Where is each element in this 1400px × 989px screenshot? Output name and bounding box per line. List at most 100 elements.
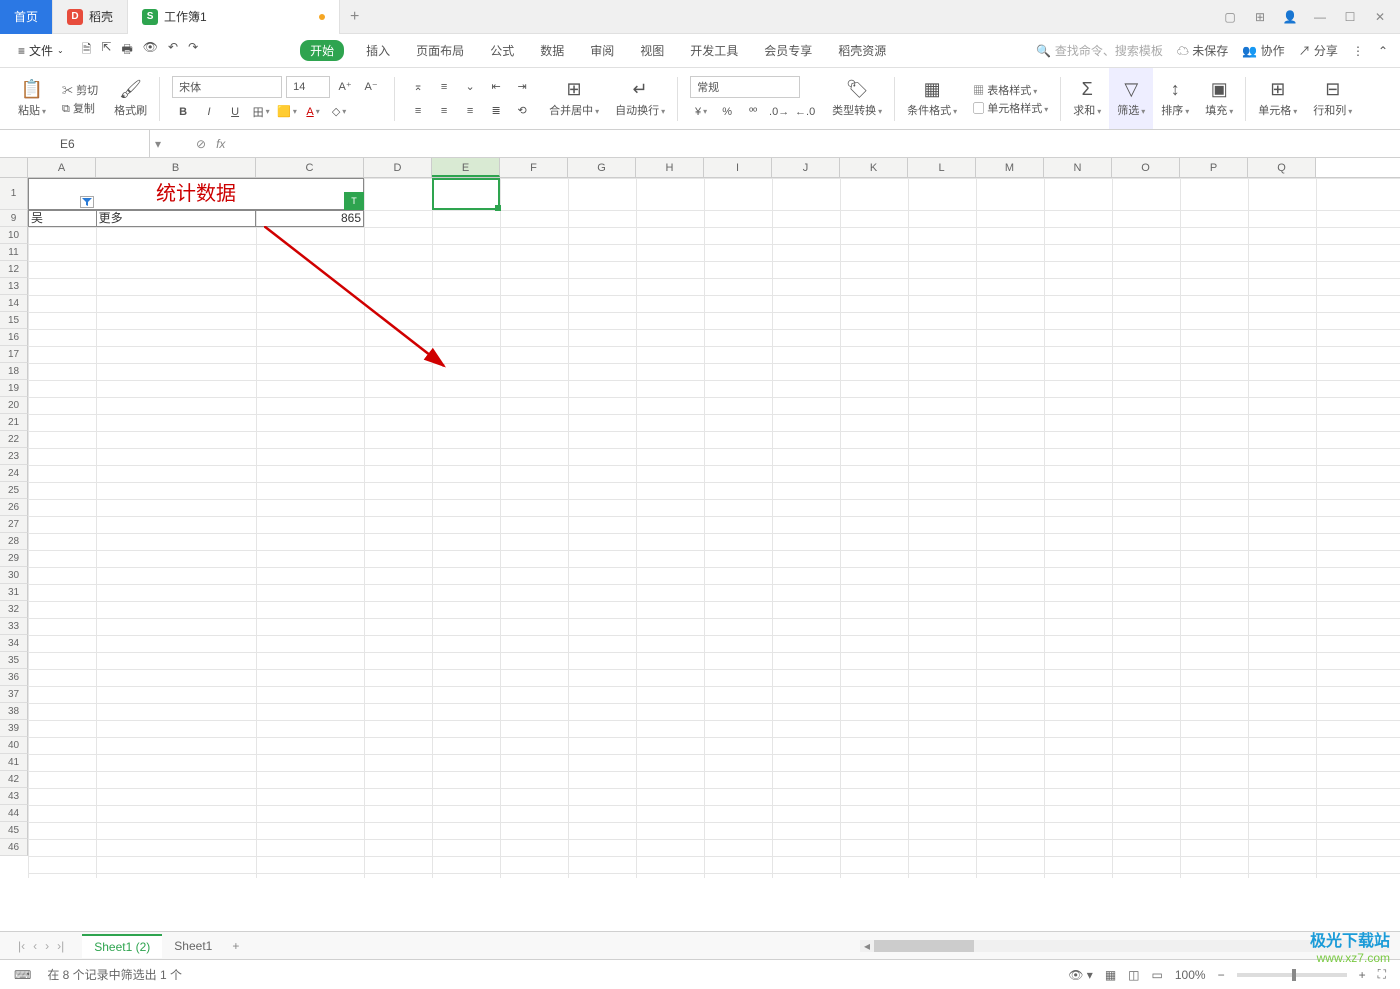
font-name-select[interactable]: 宋体 <box>172 76 282 98</box>
decrease-font-icon[interactable]: A⁻ <box>360 77 382 97</box>
increase-font-icon[interactable]: A⁺ <box>334 77 356 97</box>
sheet-tab-1[interactable]: Sheet1 (2) <box>82 934 162 958</box>
tab-layout[interactable]: 页面布局 <box>412 40 468 61</box>
align-left-icon[interactable]: ≡ <box>407 101 429 121</box>
row-43[interactable]: 43 <box>0 788 28 805</box>
zoom-out-icon[interactable]: − <box>1218 968 1225 982</box>
cell-style-button[interactable]: ▢ 单元格样式 <box>973 100 1048 116</box>
row-21[interactable]: 21 <box>0 414 28 431</box>
align-mid-icon[interactable]: ≡ <box>433 77 455 97</box>
cell-B9[interactable]: 更多 <box>97 211 256 226</box>
row-34[interactable]: 34 <box>0 635 28 652</box>
merge-button[interactable]: ⊞合并居中 <box>541 68 607 129</box>
row-28[interactable]: 28 <box>0 533 28 550</box>
row-44[interactable]: 44 <box>0 805 28 822</box>
row-10[interactable]: 10 <box>0 227 28 244</box>
fullscreen-icon[interactable]: ⛶ <box>1378 967 1386 982</box>
tab-insert[interactable]: 插入 <box>362 40 394 61</box>
input-mode-icon[interactable]: ⌨ <box>14 968 31 982</box>
sheet-last-icon[interactable]: ›| <box>57 939 64 953</box>
col-M[interactable]: M <box>976 158 1044 177</box>
row-11[interactable]: 11 <box>0 244 28 261</box>
row-20[interactable]: 20 <box>0 397 28 414</box>
print-icon[interactable]: 🖶 <box>121 40 132 61</box>
col-K[interactable]: K <box>840 158 908 177</box>
new-tab-button[interactable]: + <box>340 8 370 26</box>
tab-daoke[interactable]: 稻壳资源 <box>834 40 890 61</box>
align-center-icon[interactable]: ≡ <box>433 101 455 121</box>
row-36[interactable]: 36 <box>0 669 28 686</box>
tab-start[interactable]: 开始 <box>300 40 344 61</box>
zoom-slider[interactable] <box>1237 973 1347 977</box>
redo-icon[interactable]: ↷ <box>188 40 198 61</box>
number-format-select[interactable]: 常规 <box>690 76 800 98</box>
minimize-button[interactable]: — <box>1312 9 1328 25</box>
row-22[interactable]: 22 <box>0 431 28 448</box>
format-painter-button[interactable]: 🖌格式刷 <box>106 68 155 129</box>
view-page-icon[interactable]: ◫ <box>1128 968 1139 982</box>
cell-C9[interactable]: 865 <box>256 211 363 226</box>
row-29[interactable]: 29 <box>0 550 28 567</box>
bold-icon[interactable]: B <box>172 102 194 122</box>
justify-icon[interactable]: ≣ <box>485 101 507 121</box>
row-30[interactable]: 30 <box>0 567 28 584</box>
sheet-prev-icon[interactable]: ‹ <box>33 939 37 953</box>
col-J[interactable]: J <box>772 158 840 177</box>
cond-format-button[interactable]: ▦条件格式 <box>899 68 965 129</box>
row-9[interactable]: 9 <box>0 210 28 227</box>
row-40[interactable]: 40 <box>0 737 28 754</box>
col-H[interactable]: H <box>636 158 704 177</box>
sheet-tab-2[interactable]: Sheet1 <box>162 934 224 957</box>
row-37[interactable]: 37 <box>0 686 28 703</box>
paste-button[interactable]: 📋粘贴 <box>10 68 54 129</box>
font-size-select[interactable]: 14 <box>286 76 330 98</box>
sheet-first-icon[interactable]: |‹ <box>18 939 25 953</box>
row-15[interactable]: 15 <box>0 312 28 329</box>
filter-dropdown-icon[interactable] <box>80 196 94 208</box>
row-12[interactable]: 12 <box>0 261 28 278</box>
save-icon[interactable]: 🗎 <box>82 40 92 61</box>
clear-format-icon[interactable]: ◇ <box>328 102 350 122</box>
cell-title[interactable]: 统计数据 <box>28 178 364 210</box>
percent-icon[interactable]: % <box>716 102 738 122</box>
row-27[interactable]: 27 <box>0 516 28 533</box>
cell-A9[interactable]: 吴 <box>29 211 97 226</box>
col-O[interactable]: O <box>1112 158 1180 177</box>
select-all-corner[interactable] <box>0 158 28 177</box>
zoom-in-icon[interactable]: + <box>1359 968 1366 982</box>
tab-member[interactable]: 会员专享 <box>760 40 816 61</box>
row-33[interactable]: 33 <box>0 618 28 635</box>
sum-button[interactable]: Σ求和 <box>1065 68 1109 129</box>
border-icon[interactable]: 田 <box>250 102 272 122</box>
tab-review[interactable]: 审阅 <box>586 40 618 61</box>
fill-button[interactable]: ▣填充 <box>1197 68 1241 129</box>
row-25[interactable]: 25 <box>0 482 28 499</box>
row-24[interactable]: 24 <box>0 465 28 482</box>
tab-dev[interactable]: 开发工具 <box>686 40 742 61</box>
indent-right-icon[interactable]: ⇥ <box>511 77 533 97</box>
cut-button[interactable]: ✂ 剪切 <box>62 82 98 98</box>
row-26[interactable]: 26 <box>0 499 28 516</box>
fx-icon[interactable]: fx <box>216 137 225 151</box>
row-18[interactable]: 18 <box>0 363 28 380</box>
row-23[interactable]: 23 <box>0 448 28 465</box>
col-N[interactable]: N <box>1044 158 1112 177</box>
home-tab[interactable]: 首页 <box>0 0 53 34</box>
row-46[interactable]: 46 <box>0 839 28 856</box>
eye-icon[interactable]: 👁 ▾ <box>1068 968 1093 982</box>
row-32[interactable]: 32 <box>0 601 28 618</box>
zoom-value[interactable]: 100% <box>1175 968 1206 982</box>
add-sheet-button[interactable]: + <box>224 935 247 957</box>
apps-icon[interactable]: ⊞ <box>1252 9 1268 25</box>
sheet-next-icon[interactable]: › <box>45 939 49 953</box>
dec-inc-icon[interactable]: .0→ <box>768 102 790 122</box>
indent-left-icon[interactable]: ⇤ <box>485 77 507 97</box>
row-39[interactable]: 39 <box>0 720 28 737</box>
maximize-button[interactable]: ☐ <box>1342 9 1358 25</box>
row-35[interactable]: 35 <box>0 652 28 669</box>
export-icon[interactable]: ⇱ <box>101 40 111 61</box>
col-I[interactable]: I <box>704 158 772 177</box>
rowcol-button[interactable]: ⊟行和列 <box>1305 68 1360 129</box>
currency-icon[interactable]: ¥ <box>690 102 712 122</box>
align-top-icon[interactable]: ⌅ <box>407 77 429 97</box>
